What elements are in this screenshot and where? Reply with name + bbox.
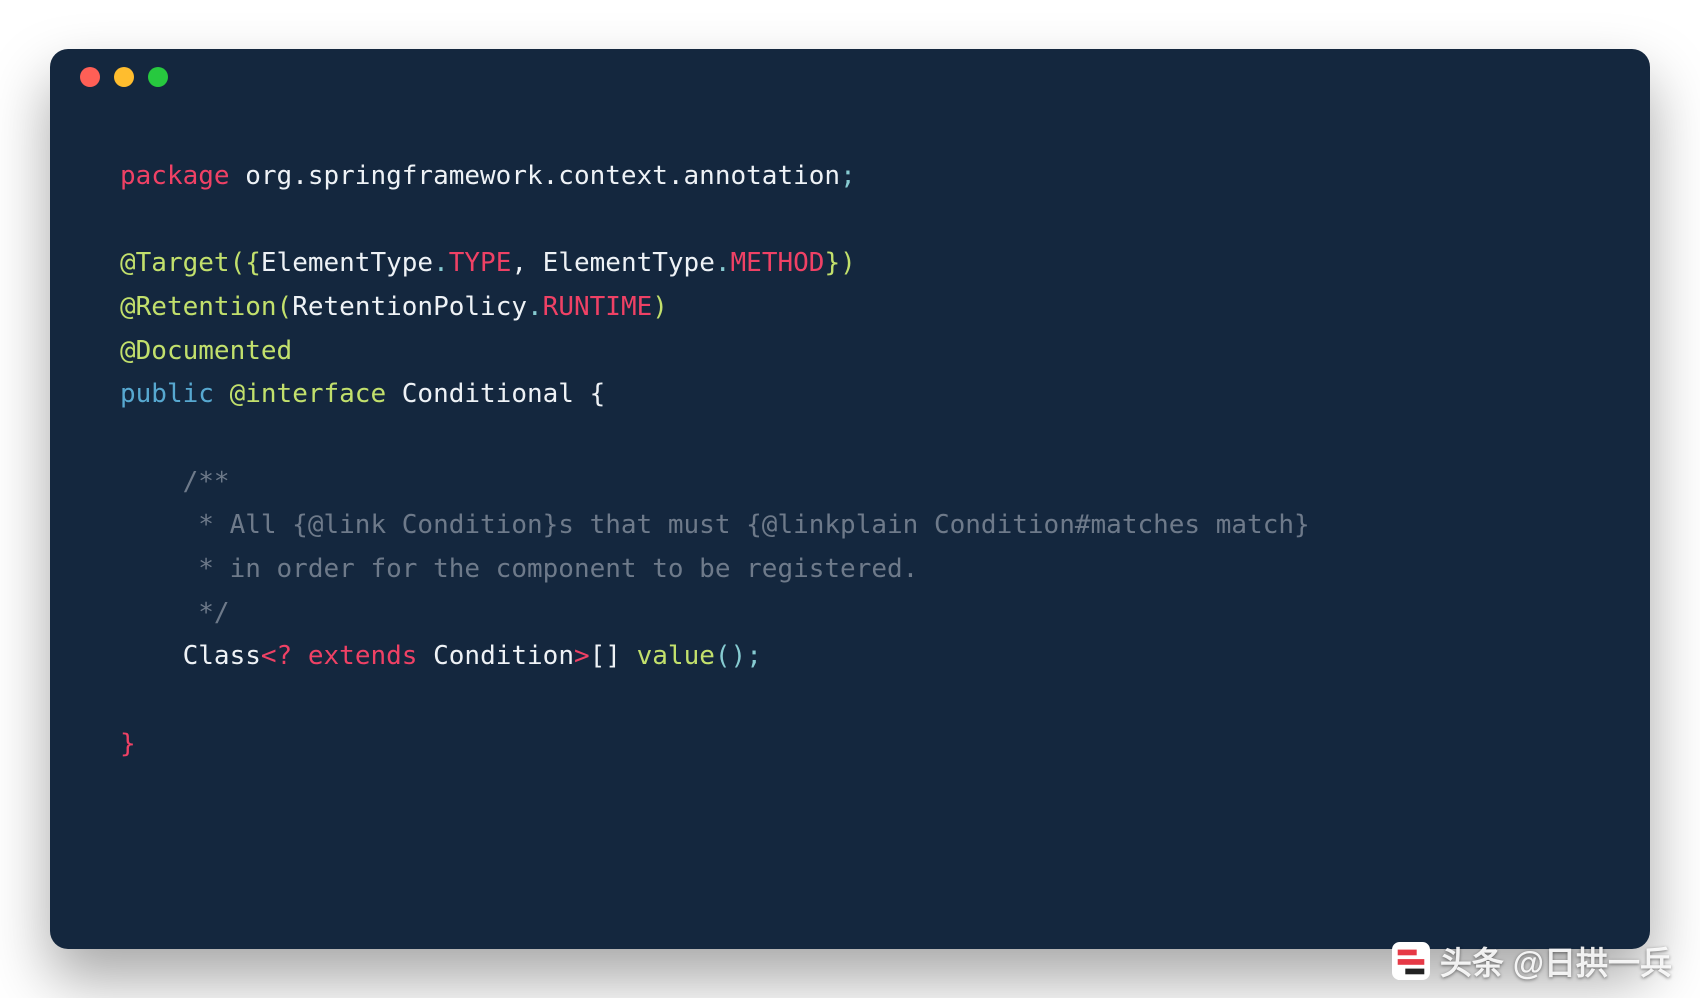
method-end: (); xyxy=(715,641,762,671)
element-type-1: ElementType xyxy=(261,248,433,278)
interface-keyword: @interface xyxy=(214,379,386,409)
javadoc-line: */ xyxy=(120,598,230,628)
paren-close: ) xyxy=(652,292,668,322)
close-icon[interactable] xyxy=(80,67,100,87)
toutiao-icon xyxy=(1392,942,1430,980)
code-window: package org.springframework.context.anno… xyxy=(50,49,1650,949)
class-type: Class xyxy=(183,641,261,671)
generic-open: <? xyxy=(261,641,308,671)
watermark-text: 头条 @日拱一兵 xyxy=(1440,938,1672,984)
interface-name: Conditional xyxy=(386,379,590,409)
array-bracket: [] xyxy=(590,641,637,671)
paren-close: }) xyxy=(824,248,855,278)
semicolon: ; xyxy=(840,161,856,191)
indent xyxy=(120,641,183,671)
runtime-constant: RUNTIME xyxy=(543,292,653,322)
dot: . xyxy=(527,292,543,322)
documented-annotation: @Documented xyxy=(120,336,292,366)
javadoc-line: * All {@link Condition}s that must {@lin… xyxy=(120,510,1310,540)
package-keyword: package xyxy=(120,161,230,191)
paren-open: ({ xyxy=(230,248,261,278)
javadoc-line: * in order for the component to be regis… xyxy=(120,554,918,584)
method-constant: METHOD xyxy=(731,248,825,278)
code-block: package org.springframework.context.anno… xyxy=(50,105,1650,806)
javadoc-line: /** xyxy=(120,467,230,497)
retention-annotation: @Retention xyxy=(120,292,277,322)
target-annotation: @Target xyxy=(120,248,230,278)
watermark: 头条 @日拱一兵 xyxy=(1392,938,1672,984)
extends-keyword: extends xyxy=(308,641,418,671)
dot: . xyxy=(715,248,731,278)
package-name: org.springframework.context.annotation xyxy=(230,161,840,191)
window-titlebar xyxy=(50,49,1650,105)
comma: , xyxy=(511,248,542,278)
brace-open: { xyxy=(590,379,606,409)
condition-type: Condition xyxy=(417,641,574,671)
maximize-icon[interactable] xyxy=(148,67,168,87)
retention-policy: RetentionPolicy xyxy=(292,292,527,322)
public-keyword: public xyxy=(120,379,214,409)
dot: . xyxy=(433,248,449,278)
type-constant: TYPE xyxy=(449,248,512,278)
minimize-icon[interactable] xyxy=(114,67,134,87)
brace-close: } xyxy=(120,729,136,759)
paren-open: ( xyxy=(277,292,293,322)
generic-close: > xyxy=(574,641,590,671)
element-type-2: ElementType xyxy=(543,248,715,278)
value-method: value xyxy=(637,641,715,671)
